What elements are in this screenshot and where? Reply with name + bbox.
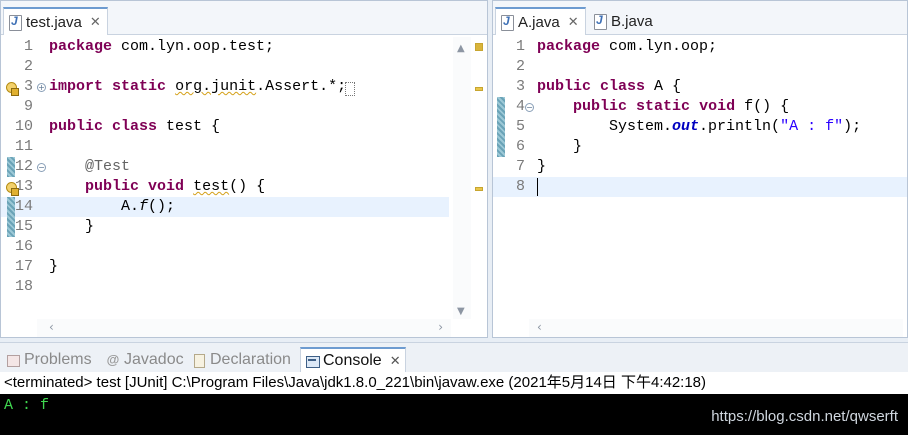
code-editor-right[interactable]: 1 package com.lyn.oop; 2 3 public class A … xyxy=(493,37,907,337)
line-number: 11 xyxy=(14,138,33,155)
code-line: } xyxy=(49,258,59,275)
tab-label: test.java xyxy=(26,13,82,31)
fold-collapse-icon[interactable]: − xyxy=(525,103,534,112)
code-line: public static void f() { xyxy=(573,98,790,115)
line-number: 2 xyxy=(23,58,33,75)
tab-label: Problems xyxy=(24,351,92,368)
declaration-icon xyxy=(192,353,206,368)
quick-fix-warning-icon[interactable] xyxy=(5,182,19,196)
tab-problems[interactable]: Problems xyxy=(2,347,96,373)
line-number: 9 xyxy=(23,98,33,115)
console-status-line: <terminated> test [JUnit] C:\Program Fil… xyxy=(0,372,908,394)
java-file-icon xyxy=(500,14,514,31)
close-icon[interactable]: ✕ xyxy=(90,14,101,30)
tab-test-java[interactable]: test.java ✕ xyxy=(3,7,108,35)
code-line: public class A { xyxy=(537,78,682,95)
scroll-up-icon[interactable]: ▲ xyxy=(457,43,465,54)
quick-fix-warning-icon[interactable] xyxy=(5,82,19,96)
console-output-text: A : f xyxy=(4,397,50,414)
tab-label: Declaration xyxy=(210,351,291,368)
code-line: } xyxy=(537,158,547,175)
code-line: public void test() { xyxy=(85,178,266,195)
fold-collapse-icon[interactable]: − xyxy=(37,163,46,172)
code-line: package com.lyn.oop; xyxy=(537,38,718,55)
line-number: 10 xyxy=(14,118,33,135)
code-line: A.f(); xyxy=(49,198,176,215)
tab-declaration[interactable]: Declaration xyxy=(188,347,295,373)
code-line: import static org.junit.Assert.*; xyxy=(49,78,347,95)
line-number: 5 xyxy=(515,118,525,135)
line-number: 6 xyxy=(515,138,525,155)
editor-pane-left: test.java ✕ 1 package com.lyn.oop.test; 2… xyxy=(0,0,488,338)
vertical-scrollbar-left[interactable]: ▲ ▼ xyxy=(453,37,471,319)
line-number: 3 xyxy=(515,78,525,95)
editor-tabbar-right: A.java ✕ B.java xyxy=(493,1,907,35)
fold-expand-icon[interactable]: + xyxy=(37,83,46,92)
line-number: 17 xyxy=(14,258,33,275)
javadoc-icon: @ xyxy=(106,352,120,367)
tab-label: Console xyxy=(323,352,382,369)
editor-pane-right: A.java ✕ B.java 1 package com.lyn.oop; 2 … xyxy=(492,0,908,338)
change-marker xyxy=(7,157,15,177)
scroll-left-icon[interactable]: ‹ xyxy=(537,320,542,334)
tab-b-java[interactable]: B.java xyxy=(589,7,659,35)
watermark: https://blog.csdn.net/qwserft xyxy=(711,408,898,425)
tab-label: Javadoc xyxy=(124,351,184,368)
problems-icon xyxy=(6,353,20,367)
scroll-down-icon[interactable]: ▼ xyxy=(457,306,465,317)
code-editor-left[interactable]: 1 package com.lyn.oop.test; 2 3 import sta… xyxy=(1,37,487,337)
horizontal-scrollbar-left[interactable]: ‹ › xyxy=(37,319,451,337)
code-line: System.out.println("A : f"); xyxy=(537,118,862,135)
console-icon xyxy=(305,354,320,368)
java-file-icon xyxy=(8,14,22,31)
text-caret xyxy=(537,178,538,196)
folded-imports-indicator[interactable] xyxy=(345,82,355,96)
line-number: 8 xyxy=(515,178,525,195)
overview-ruler-warning[interactable] xyxy=(475,87,483,91)
line-number: 1 xyxy=(23,38,33,55)
line-number: 16 xyxy=(14,238,33,255)
tab-console[interactable]: Console ✕ xyxy=(300,347,406,373)
scroll-left-icon[interactable]: ‹ xyxy=(49,320,54,334)
line-number: 7 xyxy=(515,158,525,175)
java-file-icon xyxy=(593,13,607,30)
line-number: 1 xyxy=(515,38,525,55)
line-number: 18 xyxy=(14,278,33,295)
overview-ruler-warning[interactable] xyxy=(475,187,483,191)
change-marker xyxy=(497,97,505,157)
line-number: 4 xyxy=(515,98,525,115)
tab-label: A.java xyxy=(518,13,560,31)
console-output-area[interactable]: A : f https://blog.csdn.net/qwserft xyxy=(0,394,908,435)
code-line: public class test { xyxy=(49,118,221,135)
overview-ruler-status[interactable] xyxy=(475,43,483,51)
horizontal-scrollbar-right[interactable]: ‹ xyxy=(529,319,903,337)
code-line: package com.lyn.oop.test; xyxy=(49,38,275,55)
change-marker xyxy=(7,197,15,237)
close-icon[interactable]: ✕ xyxy=(390,353,401,369)
close-icon[interactable]: ✕ xyxy=(568,14,579,30)
bottom-views-tabbar: Problems @ Javadoc Declaration Console ✕ xyxy=(0,342,908,373)
scroll-right-icon[interactable]: › xyxy=(438,320,443,334)
tab-javadoc[interactable]: @ Javadoc xyxy=(102,347,188,373)
code-line: @Test xyxy=(85,158,131,175)
tab-a-java[interactable]: A.java ✕ xyxy=(495,7,586,35)
line-number: 2 xyxy=(515,58,525,75)
editor-tabbar-left: test.java ✕ xyxy=(1,1,487,35)
code-line: } xyxy=(49,218,95,235)
code-line: } xyxy=(537,138,583,155)
tab-label: B.java xyxy=(611,12,653,30)
